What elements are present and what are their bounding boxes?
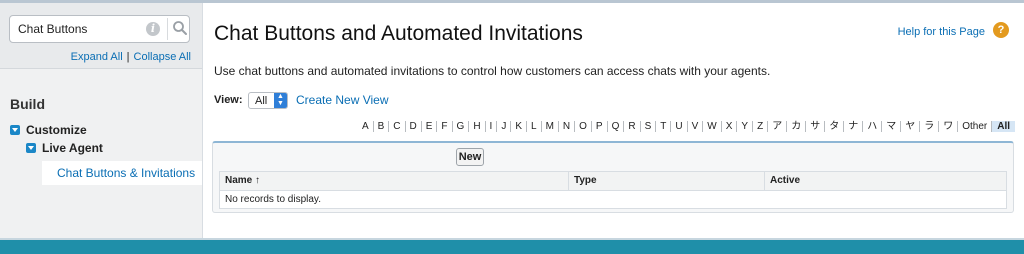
select-arrows-icon: ▲ ▼ — [274, 93, 287, 108]
expand-all-link[interactable]: Expand All — [71, 51, 123, 63]
quick-find-box: i — [9, 15, 190, 43]
alphabet-letter[interactable]: カ — [786, 121, 805, 132]
alphabet-letter[interactable]: E — [420, 121, 437, 132]
search-divider — [167, 18, 168, 40]
alphabet-filter: A B C D E F G H I J K L M N O P Q R S T U V W X Y Z アカサタナハマヤラワ Othe… — [358, 121, 1015, 132]
new-button[interactable]: New — [456, 148, 484, 166]
alphabet-letter[interactable]: R — [623, 121, 639, 132]
alphabet-letter[interactable]: ヤ — [900, 121, 919, 132]
expand-collapse-links: Expand All | Collapse All — [71, 51, 191, 63]
sidebar: i Expand All| Collapse All Build Customiz… — [0, 3, 203, 238]
collapse-toggle-icon[interactable] — [26, 143, 36, 153]
alphabet-letter[interactable]: X — [720, 121, 737, 132]
alphabet-letter[interactable]: W — [702, 121, 720, 132]
view-select-value: All — [255, 95, 268, 107]
alphabet-letter[interactable]: ハ — [862, 121, 881, 132]
alphabet-letter[interactable]: B — [372, 121, 389, 132]
column-header-active[interactable]: Active — [764, 172, 1006, 190]
column-header-name[interactable]: Name ↑ — [220, 172, 568, 190]
alphabet-letter[interactable]: T — [655, 121, 670, 132]
alphabet-letter[interactable]: タ — [824, 121, 843, 132]
alphabet-letter[interactable]: Other — [957, 121, 991, 132]
alphabet-letter[interactable]: V — [686, 121, 703, 132]
alphabet-letter[interactable]: K — [510, 121, 526, 132]
tree-item-customize[interactable]: Customize — [10, 123, 87, 137]
quick-find-area: i Expand All| Collapse All — [0, 3, 202, 69]
alphabet-letter[interactable]: ワ — [938, 121, 957, 132]
alphabet-letter[interactable]: H — [468, 121, 484, 132]
empty-message: No records to display. — [225, 194, 321, 205]
alphabet-letter[interactable]: D — [404, 121, 421, 132]
alphabet-letter[interactable]: P — [590, 121, 607, 132]
alphabet-letter[interactable]: ア — [767, 121, 786, 132]
alphabet-letter[interactable]: N — [557, 121, 574, 132]
records-table: Name ↑ Type Active No records to display… — [219, 171, 1007, 209]
tree-item-chat-buttons[interactable]: Chat Buttons & Invitations — [42, 161, 202, 185]
list-panel: New Name ↑ Type Active No records to dis… — [212, 141, 1014, 213]
view-label: View: — [214, 94, 243, 106]
alphabet-letter[interactable]: I — [484, 121, 497, 132]
page-title: Chat Buttons and Automated Invitations — [214, 22, 583, 45]
page-description: Use chat buttons and automated invitatio… — [214, 64, 771, 78]
info-icon[interactable]: i — [146, 22, 160, 36]
tree-item-label: Live Agent — [42, 141, 103, 155]
quick-find-input[interactable] — [18, 21, 138, 37]
alphabet-letter[interactable]: ナ — [843, 121, 862, 132]
tree-item-label: Customize — [26, 123, 87, 137]
section-title-build: Build — [10, 96, 45, 112]
alphabet-letter[interactable]: Z — [752, 121, 767, 132]
alphabet-letter[interactable]: All — [991, 121, 1015, 132]
alphabet-letter[interactable]: J — [496, 121, 510, 132]
alphabet-letter[interactable]: G — [451, 121, 469, 132]
alphabet-letter[interactable]: F — [436, 121, 451, 132]
search-icon[interactable] — [172, 20, 188, 36]
tree-item-live-agent[interactable]: Live Agent — [26, 141, 103, 155]
alphabet-letter[interactable]: サ — [805, 121, 824, 132]
alphabet-letter[interactable]: L — [526, 121, 541, 132]
alphabet-letter[interactable]: U — [670, 121, 686, 132]
help-link[interactable]: Help for this Page — [898, 26, 985, 38]
create-new-view-link[interactable]: Create New View — [296, 93, 388, 107]
table-header: Name ↑ Type Active — [220, 172, 1006, 191]
alphabet-letter[interactable]: Q — [606, 121, 624, 132]
alphabet-letter[interactable]: S — [639, 121, 656, 132]
alphabet-letter[interactable]: C — [388, 121, 404, 132]
main-content: Chat Buttons and Automated Invitations H… — [203, 3, 1024, 238]
link-separator: | — [126, 51, 130, 63]
view-select[interactable]: All ▲ ▼ — [248, 92, 288, 109]
alphabet-letter[interactable]: A — [358, 121, 373, 132]
bottom-bar — [0, 240, 1024, 254]
collapse-all-link[interactable]: Collapse All — [134, 51, 191, 63]
alphabet-letter[interactable]: O — [574, 121, 591, 132]
help-icon[interactable]: ? — [993, 22, 1009, 38]
column-header-type[interactable]: Type — [568, 172, 764, 190]
collapse-toggle-icon[interactable] — [10, 125, 20, 135]
alphabet-letter[interactable]: M — [540, 121, 558, 132]
alphabet-letter[interactable]: Y — [736, 121, 752, 132]
alphabet-letter[interactable]: マ — [881, 121, 900, 132]
alphabet-letter[interactable]: ラ — [919, 121, 938, 132]
